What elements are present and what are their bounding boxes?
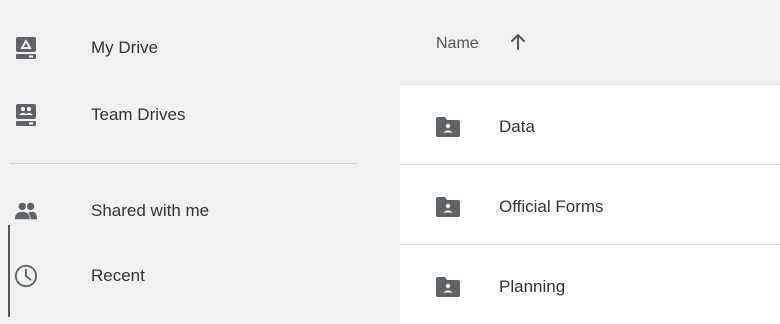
sidebar-item-my-drive[interactable]: My Drive: [0, 24, 400, 72]
shared-folder-icon: [435, 277, 461, 302]
selection-indicator: [8, 225, 10, 317]
people-icon: [14, 199, 38, 223]
file-name: Data: [499, 117, 535, 136]
sidebar-item-label: Team Drives: [91, 105, 186, 124]
sort-by-name-button[interactable]: Name: [436, 35, 479, 53]
arrow-up-icon[interactable]: [510, 33, 526, 56]
file-row-official-forms[interactable]: Official Forms: [400, 164, 780, 244]
sidebar-item-label: Recent: [91, 266, 145, 285]
file-name: Planning: [499, 277, 566, 296]
file-name: Official Forms: [499, 197, 604, 216]
sidebar-item-team-drives[interactable]: Team Drives: [0, 91, 400, 139]
shared-folder-icon: [435, 197, 461, 222]
list-header: Name: [400, 0, 780, 84]
file-row-planning[interactable]: Planning: [400, 244, 780, 324]
sidebar-item-recent[interactable]: Recent: [0, 252, 400, 300]
team-drives-icon: [14, 103, 38, 127]
file-list: Name Data Official Forms Planning: [400, 0, 780, 324]
file-row-data[interactable]: Data: [400, 84, 780, 164]
clock-icon: [14, 264, 38, 288]
sidebar-divider: [10, 163, 357, 164]
sidebar-item-label: My Drive: [91, 38, 159, 57]
sidebar-item-label: Shared with me: [91, 201, 210, 220]
drive-icon: [14, 36, 38, 60]
sidebar-item-shared-with-me[interactable]: Shared with me: [0, 187, 400, 235]
sidebar: My Drive Team Drives Shared with me Rece…: [0, 0, 400, 323]
shared-folder-icon: [435, 117, 461, 142]
